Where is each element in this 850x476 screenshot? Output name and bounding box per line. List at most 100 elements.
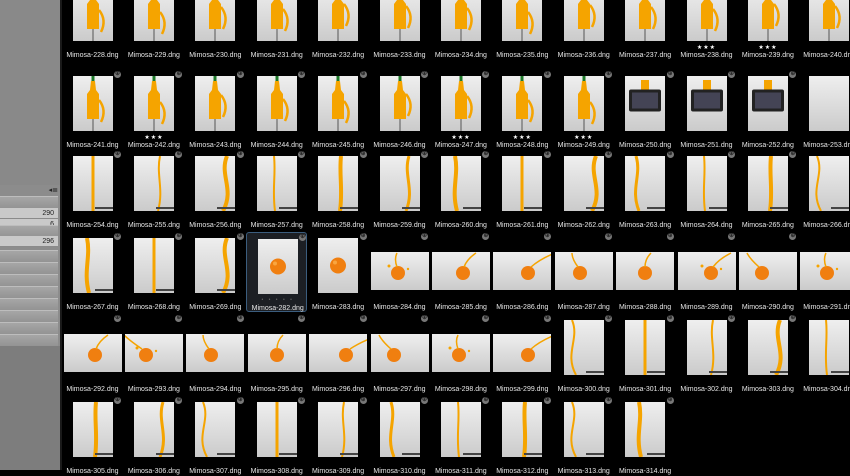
adjustments-badge-icon[interactable]: ⊕ [299, 234, 307, 241]
photo-thumbnail[interactable] [124, 334, 183, 372]
thumbnail-cell[interactable]: ⊕ Mimosa-305.dng [62, 396, 123, 476]
adjustments-badge-icon[interactable]: ⊕ [175, 233, 183, 240]
adjustments-badge-icon[interactable]: ⊕ [298, 315, 306, 322]
thumbnail-cell[interactable]: ⊕Mimosa-236.dng [553, 0, 614, 60]
photo-thumbnail[interactable] [502, 0, 543, 41]
photo-thumbnail[interactable] [563, 320, 604, 375]
adjustments-badge-icon[interactable]: ⊕ [605, 233, 613, 240]
photo-thumbnail[interactable] [72, 0, 113, 41]
thumbnail-cell[interactable]: ⊕ ★★★ Mimosa-249.dng [553, 70, 614, 150]
thumbnail-cell[interactable]: ⊕Mimosa-253.dng [799, 70, 850, 150]
thumbnail-cell[interactable]: ⊕ Mimosa-306.dng [123, 396, 184, 476]
thumbnail-cell[interactable]: ⊕ Mimosa-259.dng [369, 150, 430, 230]
photo-thumbnail[interactable] [195, 0, 236, 41]
thumbnail-cell[interactable]: ⊕Mimosa-235.dng [492, 0, 553, 60]
thumbnail-cell[interactable]: ⊕ Mimosa-303.dng [737, 314, 798, 394]
photo-thumbnail[interactable] [686, 0, 727, 41]
adjustments-badge-icon[interactable]: ⊕ [543, 315, 551, 322]
photo-thumbnail[interactable] [809, 156, 850, 211]
photo-thumbnail[interactable] [318, 402, 359, 457]
photo-thumbnail[interactable] [256, 0, 297, 41]
photo-thumbnail[interactable] [379, 402, 420, 457]
thumbnail-cell[interactable]: ⊕ ★★★ Mimosa-248.dng [492, 70, 553, 150]
thumbnail-grid[interactable]: ⊕Mimosa-228.dng ⊕Mimosa-229.dng ⊕Mimosa-… [62, 0, 850, 475]
thumbnail-cell[interactable]: ⊕ Mimosa-285.dng [430, 232, 491, 312]
thumbnail-cell[interactable]: ⊕ Mimosa-241.dng [62, 70, 123, 150]
photo-thumbnail[interactable] [63, 334, 122, 372]
photo-thumbnail[interactable] [625, 0, 666, 41]
adjustments-badge-icon[interactable]: ⊕ [175, 71, 183, 78]
thumbnail-cell[interactable]: ⊕ Mimosa-264.dng [676, 150, 737, 230]
photo-thumbnail[interactable] [625, 320, 666, 375]
photo-thumbnail[interactable] [625, 156, 666, 211]
thumbnail-cell[interactable]: ⊕Mimosa-237.dng [615, 0, 676, 60]
thumbnail-cell[interactable]: ⊕ Mimosa-261.dng [492, 150, 553, 230]
thumbnail-cell[interactable]: ⊕ Mimosa-295.dng [246, 314, 307, 394]
photo-thumbnail[interactable] [195, 76, 236, 131]
thumbnail-cell[interactable]: ⊕ Mimosa-257.dng [246, 150, 307, 230]
thumbnail-cell[interactable]: ⊕ Mimosa-269.dng [185, 232, 246, 312]
thumbnail-cell[interactable]: ⊕ Mimosa-244.dng [246, 70, 307, 150]
thumbnail-cell[interactable]: ⊕ Mimosa-288.dng [615, 232, 676, 312]
adjustments-badge-icon[interactable]: ⊕ [543, 151, 551, 158]
photo-thumbnail[interactable] [133, 238, 174, 293]
photo-thumbnail[interactable] [747, 0, 788, 41]
star-rating[interactable]: ★★★ [737, 44, 798, 51]
adjustments-badge-icon[interactable]: ⊕ [789, 233, 797, 240]
adjustments-badge-icon[interactable]: ⊕ [114, 315, 121, 322]
photo-thumbnail[interactable] [563, 76, 604, 131]
adjustments-badge-icon[interactable]: ⊕ [605, 315, 613, 322]
adjustments-badge-icon[interactable]: ⊕ [482, 151, 490, 158]
thumbnail-cell[interactable]: ⊕Mimosa-304.dng [799, 314, 850, 394]
photo-thumbnail[interactable] [747, 76, 788, 131]
rating-dots[interactable]: • • • • • [247, 297, 308, 303]
photo-thumbnail[interactable] [133, 0, 174, 41]
thumbnail-cell[interactable]: ⊕ Mimosa-310.dng [369, 396, 430, 476]
photo-thumbnail[interactable] [309, 334, 368, 372]
photo-thumbnail[interactable] [318, 156, 359, 211]
thumbnail-cell[interactable]: ⊕Mimosa-234.dng [430, 0, 491, 60]
thumbnail-cell[interactable]: ⊕ Mimosa-251.dng [676, 70, 737, 150]
photo-thumbnail[interactable] [195, 238, 236, 293]
photo-thumbnail[interactable] [809, 0, 850, 41]
adjustments-badge-icon[interactable]: ⊕ [359, 151, 367, 158]
photo-thumbnail[interactable] [431, 252, 490, 290]
adjustments-badge-icon[interactable]: ⊕ [114, 233, 121, 240]
thumbnail-cell[interactable]: ⊕ Mimosa-250.dng [615, 70, 676, 150]
star-rating[interactable]: ★★★ [430, 134, 491, 141]
photo-thumbnail[interactable] [563, 0, 604, 41]
adjustments-badge-icon[interactable]: ⊕ [482, 71, 490, 78]
thumbnail-cell[interactable]: ⊕ Mimosa-246.dng [369, 70, 430, 150]
thumbnail-cell[interactable]: ⊕ Mimosa-289.dng [676, 232, 737, 312]
thumbnail-cell[interactable]: ⊕Mimosa-240.dng [799, 0, 850, 60]
adjustments-badge-icon[interactable]: ⊕ [236, 233, 244, 240]
thumbnail-cell[interactable]: ⊕Mimosa-232.dng [308, 0, 369, 60]
thumbnail-cell[interactable]: ⊕ Mimosa-292.dng [62, 314, 123, 394]
thumbnail-cell[interactable]: ⊕ Mimosa-311.dng [430, 396, 491, 476]
thumbnail-cell[interactable]: ⊕ Mimosa-298.dng [430, 314, 491, 394]
adjustments-badge-icon[interactable]: ⊕ [543, 71, 551, 78]
thumbnail-cell[interactable]: ⊕Mimosa-291.dng [799, 232, 850, 312]
adjustments-badge-icon[interactable]: ⊕ [114, 151, 121, 158]
thumbnail-cell[interactable]: ⊕ Mimosa-262.dng [553, 150, 614, 230]
photo-thumbnail[interactable] [616, 252, 675, 290]
adjustments-badge-icon[interactable]: ⊕ [789, 315, 797, 322]
adjustments-badge-icon[interactable]: ⊕ [666, 397, 674, 404]
thumbnail-cell[interactable]: ⊕★★★Mimosa-238.dng [676, 0, 737, 60]
adjustments-badge-icon[interactable]: ⊕ [421, 151, 428, 158]
thumbnail-cell[interactable]: ⊕Mimosa-228.dng [62, 0, 123, 60]
photo-thumbnail[interactable] [72, 238, 113, 293]
thumbnail-cell[interactable]: ⊕ Mimosa-243.dng [185, 70, 246, 150]
thumbnail-cell[interactable]: ⊕ • • • • • Mimosa-282.dng [246, 232, 308, 312]
thumbnail-cell[interactable]: ⊕ Mimosa-258.dng [308, 150, 369, 230]
adjustments-badge-icon[interactable]: ⊕ [114, 397, 121, 404]
photo-thumbnail[interactable] [195, 402, 236, 457]
photo-thumbnail[interactable] [379, 0, 420, 41]
adjustments-badge-icon[interactable]: ⊕ [666, 233, 674, 240]
photo-thumbnail[interactable] [247, 334, 306, 372]
star-rating[interactable]: ★★★ [123, 134, 184, 141]
adjustments-badge-icon[interactable]: ⊕ [359, 233, 367, 240]
adjustments-badge-icon[interactable]: ⊕ [543, 233, 551, 240]
thumbnail-cell[interactable]: ⊕Mimosa-233.dng [369, 0, 430, 60]
thumbnail-cell[interactable]: ⊕ Mimosa-309.dng [308, 396, 369, 476]
